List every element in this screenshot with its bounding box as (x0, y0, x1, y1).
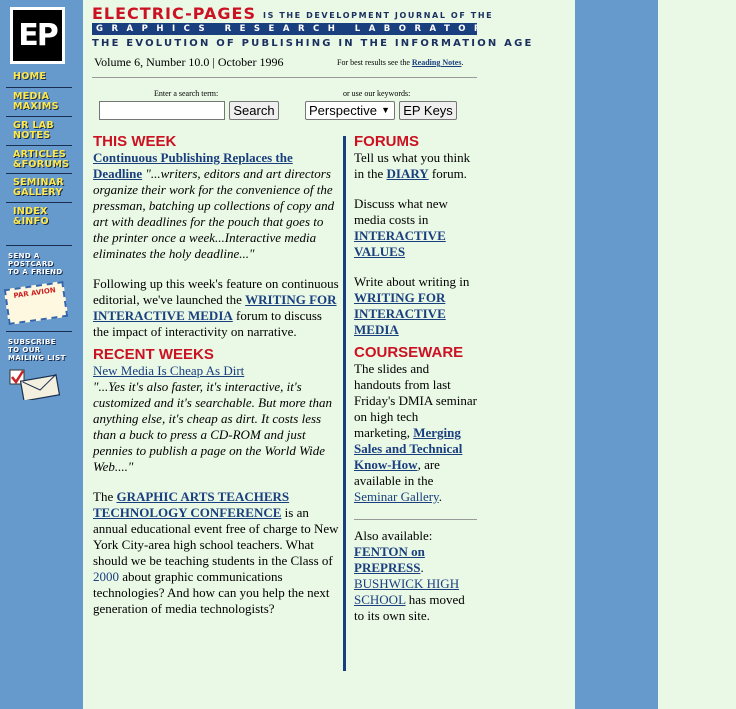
conference-text-end: about graphic communications technologie… (93, 569, 330, 616)
year-2000-link[interactable]: 2000 (93, 569, 119, 584)
far-right-background (658, 0, 736, 709)
fenton-prepress-link[interactable]: FENTON on PREPRESS (354, 544, 425, 575)
masthead-title[interactable]: ELECTRIC-PAGES (92, 4, 256, 23)
nav-media-maxims[interactable]: MEDIA MAXIMS (13, 92, 75, 112)
ep-keys-button[interactable]: EP Keys (399, 101, 457, 120)
masthead-tagline: IS THE DEVELOPMENT JOURNAL OF THE (263, 11, 494, 20)
postcard-line3: TO A FRIEND (8, 268, 63, 276)
mailing-line1: SUBSCRIBE (8, 338, 56, 346)
follow-up-paragraph: Following up this week's feature on cont… (93, 276, 340, 340)
nav-home-label: HOME (13, 71, 47, 82)
nav-index-info[interactable]: INDEX &INFO (13, 207, 75, 227)
nav-divider (6, 245, 72, 246)
nav-gr-lab-notes[interactable]: GR LAB NOTES (13, 121, 75, 141)
conference-paragraph: The GRAPHIC ARTS TEACHERS TECHNOLOGY CON… (93, 489, 340, 617)
issue-info: Volume 6, Number 10.0 | October 1996 (94, 55, 284, 69)
keyword-select-value: Perspective (309, 103, 377, 118)
recent-item: New Media Is Cheap As Dirt "...Yes it's … (93, 363, 340, 475)
nav-divider (6, 87, 72, 88)
reading-notes-link[interactable]: Reading Notes (412, 58, 462, 67)
search-input[interactable] (99, 101, 225, 120)
diary-link[interactable]: DIARY (387, 166, 429, 181)
cheap-as-dirt-link[interactable]: New Media Is Cheap As Dirt (93, 363, 244, 378)
also-available: Also available: FENTON on PREPRESS. BUSH… (354, 528, 477, 624)
nav-media-maxims-label2: MAXIMS (13, 101, 59, 112)
interactive-values-link[interactable]: INTERACTIVE VALUES (354, 228, 446, 259)
also-available-text: Also available: (354, 528, 433, 543)
nav-home[interactable]: HOME (13, 72, 75, 82)
conference-text: The (93, 489, 114, 504)
left-column: THIS WEEK Continuous Publishing Replaces… (93, 133, 340, 617)
nav-divider (6, 202, 72, 203)
envelope-checkmark-icon[interactable] (8, 368, 62, 400)
right-divider (354, 519, 477, 520)
mailing-list-link[interactable]: SUBSCRIBE TO OUR MAILING LIST (8, 338, 74, 362)
also-available-period: . (420, 560, 424, 575)
masthead-lab-bar: GRAPHICS RESEARCH LABORATORY (92, 23, 477, 35)
best-results-period: . (461, 58, 464, 67)
best-results-text: For best results see the (337, 58, 410, 67)
nav-gr-lab-notes-label2: NOTES (13, 130, 51, 141)
recent-quote: "...Yes it's also faster, it's interacti… (93, 379, 333, 474)
courseware-paragraph: The slides and handouts from last Friday… (354, 361, 477, 505)
right-strip (575, 0, 658, 709)
this-week-heading: THIS WEEK (93, 133, 177, 150)
nav-index-info-label2: &INFO (13, 216, 49, 227)
forums-heading: FORUMS (354, 133, 419, 150)
search-button[interactable]: Search (229, 101, 279, 120)
column-divider (343, 136, 346, 671)
forum-writing: Write about writing in WRITING FOR INTER… (354, 274, 477, 338)
seminar-gallery-link[interactable]: Seminar Gallery (354, 489, 439, 504)
courseware-heading: COURSEWARE (354, 344, 464, 361)
nav-divider (6, 173, 72, 174)
forum-diary: Tell us what you think in the DIARY foru… (354, 150, 477, 182)
nav-seminar-gallery[interactable]: SEMINAR GALLERY (13, 178, 75, 198)
masthead-divider (92, 77, 477, 78)
mailing-line3: MAILING LIST (8, 354, 66, 362)
postcard-line2: POSTCARD (8, 260, 54, 268)
nav-divider (6, 331, 72, 332)
forum-values-text: Discuss what new media costs in (354, 196, 448, 227)
send-postcard-link[interactable]: SEND A POSTCARD TO A FRIEND (8, 252, 74, 276)
par-avion-label: PAR AVION (12, 286, 57, 301)
nav-articles-forums-label2: &FORUMS (13, 159, 70, 170)
nav-seminar-gallery-label2: GALLERY (13, 187, 63, 198)
nav-divider (6, 145, 72, 146)
chevron-down-icon: ▼ (381, 105, 390, 115)
this-week-feature: Continuous Publishing Replaces the Deadl… (93, 150, 340, 262)
forum-writing-text: Write about writing in (354, 274, 470, 289)
forum-values: Discuss what new media costs in INTERACT… (354, 196, 477, 260)
nav-articles-forums[interactable]: ARTICLES &FORUMS (13, 150, 75, 170)
writing-interactive-media-forum-link[interactable]: WRITING FOR INTERACTIVE MEDIA (354, 290, 446, 337)
masthead-subtitle: THE EVOLUTION OF PUBLISHING IN THE INFOR… (92, 38, 534, 49)
search-label: Enter a search term: (154, 89, 219, 98)
postcard-line1: SEND A (8, 252, 40, 260)
nav-divider (6, 116, 72, 117)
mailing-line2: TO OUR (8, 346, 41, 354)
keyword-select[interactable]: Perspective ▼ (305, 101, 395, 120)
ep-logo[interactable]: EP (10, 7, 65, 64)
reading-notes-note: For best results see the Reading Notes. (337, 58, 463, 67)
conference-link[interactable]: GRAPHIC ARTS TEACHERS TECHNOLOGY CONFERE… (93, 489, 289, 520)
right-column: FORUMS Tell us what you think in the DIA… (354, 133, 477, 624)
keywords-label: or use our keywords: (343, 89, 411, 98)
courseware-period: . (438, 489, 442, 504)
forum-diary-text-end: forum. (431, 166, 467, 181)
recent-weeks-heading: RECENT WEEKS (93, 346, 214, 363)
